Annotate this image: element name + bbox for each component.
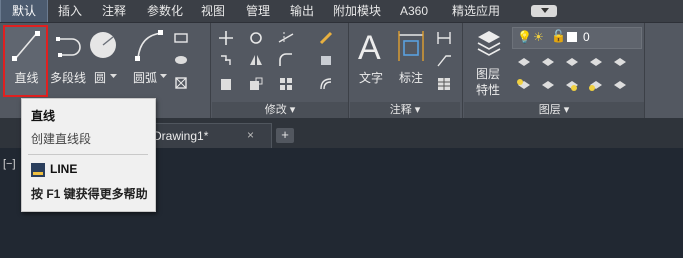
layer-tool-icon[interactable] bbox=[564, 54, 580, 70]
lightbulb-icon: 💡 bbox=[517, 30, 532, 44]
polyline-icon bbox=[56, 37, 81, 57]
line-tooltip: 直线 创建直线段 LINE 按 F1 键获得更多帮助 bbox=[21, 98, 156, 212]
tab-overflow-dropdown[interactable] bbox=[531, 5, 557, 17]
annotation-panel-title[interactable]: 注释 ▾ bbox=[350, 102, 460, 118]
tooltip-divider bbox=[28, 154, 148, 155]
tooltip-command: LINE bbox=[50, 162, 78, 176]
erase-icon[interactable] bbox=[318, 30, 334, 46]
boundary-icon[interactable] bbox=[173, 75, 189, 91]
modify-panel-title[interactable]: 修改 ▾ bbox=[212, 102, 348, 118]
polyline-label: 多段线 bbox=[49, 71, 86, 85]
hatch-icon[interactable] bbox=[173, 52, 189, 68]
text-a-icon: A bbox=[358, 29, 381, 63]
fillet-icon[interactable] bbox=[278, 52, 294, 68]
panel-separator bbox=[462, 23, 463, 118]
explode-icon[interactable] bbox=[318, 52, 334, 68]
layer-tool-icon[interactable] bbox=[540, 77, 556, 93]
tab-output[interactable]: 输出 bbox=[282, 0, 322, 22]
offset-icon[interactable] bbox=[318, 76, 334, 92]
text-label: 文字 bbox=[358, 71, 383, 85]
svg-text:A: A bbox=[358, 29, 381, 63]
text-button[interactable]: A 文字 bbox=[352, 27, 390, 97]
circle-label: 圆 bbox=[93, 71, 106, 85]
dimension-button[interactable]: 标注 bbox=[394, 27, 430, 97]
tab-featured-apps[interactable]: 精选应用 bbox=[444, 0, 508, 22]
dimension-icon bbox=[398, 31, 424, 61]
layer-tool-icon[interactable] bbox=[540, 54, 556, 70]
circle-icon bbox=[90, 32, 116, 58]
layer-dropdown[interactable]: 💡 ☀ 🔓 0 bbox=[512, 27, 642, 49]
line-icon bbox=[12, 31, 40, 61]
panel-separator bbox=[644, 23, 645, 118]
layer-stack-icon bbox=[477, 31, 501, 56]
layer-properties-label-2: 特性 bbox=[475, 83, 500, 97]
layer-tool-icon[interactable] bbox=[516, 77, 532, 93]
tab-insert[interactable]: 插入 bbox=[50, 0, 90, 22]
tab-manage[interactable]: 管理 bbox=[238, 0, 278, 22]
table-icon[interactable] bbox=[436, 76, 452, 92]
autocad-window: 默认 插入 注释 参数化 视图 管理 输出 附加模块 A360 精选应用 直线 … bbox=[0, 0, 683, 258]
arc-label: 圆弧 bbox=[132, 71, 157, 85]
viewport-control[interactable]: [−] bbox=[3, 158, 16, 170]
arc-icon bbox=[135, 30, 163, 61]
layers-panel-title[interactable]: 图层 ▾ bbox=[464, 102, 644, 118]
layer-color-swatch bbox=[567, 32, 577, 42]
move-icon[interactable] bbox=[218, 30, 234, 46]
line-button[interactable]: 直线 bbox=[3, 25, 48, 97]
layer-tool-icon[interactable] bbox=[588, 54, 604, 70]
tooltip-help: 按 F1 键获得更多帮助 bbox=[31, 187, 148, 201]
trim-icon[interactable] bbox=[278, 30, 294, 46]
unlock-icon: 🔓 bbox=[551, 29, 566, 43]
layer-properties-label-1: 图层 bbox=[475, 67, 500, 81]
layer-tool-icon[interactable] bbox=[516, 54, 532, 70]
rotate-icon[interactable] bbox=[248, 30, 264, 46]
line-label: 直线 bbox=[14, 71, 39, 85]
layer-tool-icon[interactable] bbox=[588, 77, 604, 93]
document-tab[interactable]: Drawing1* × bbox=[146, 123, 272, 149]
layers-panel-label: 图层 bbox=[538, 104, 561, 116]
tooltip-title: 直线 bbox=[31, 109, 56, 123]
mirror-icon[interactable] bbox=[248, 52, 264, 68]
layer-tool-icon[interactable] bbox=[612, 54, 628, 70]
panel-separator bbox=[348, 23, 349, 118]
tab-view[interactable]: 视图 bbox=[194, 0, 232, 22]
circle-button[interactable]: 圆 bbox=[86, 25, 122, 97]
ribbon-tab-bar: 默认 插入 注释 参数化 视图 管理 输出 附加模块 A360 精选应用 bbox=[0, 0, 683, 23]
scale-icon[interactable] bbox=[248, 76, 264, 92]
array-icon[interactable] bbox=[278, 76, 294, 92]
stretch-icon[interactable] bbox=[218, 76, 234, 92]
layer-name-value: 0 bbox=[583, 30, 590, 44]
tab-default[interactable]: 默认 bbox=[0, 0, 48, 22]
polyline-button[interactable]: 多段线 bbox=[50, 25, 86, 97]
leader-icon[interactable] bbox=[436, 52, 452, 68]
dimension-label: 标注 bbox=[398, 71, 423, 85]
layer-properties-button[interactable]: 图层 特性 bbox=[468, 27, 510, 97]
tab-parametric[interactable]: 参数化 bbox=[140, 0, 190, 22]
chevron-down-icon bbox=[160, 74, 167, 78]
document-tab-name: Drawing1* bbox=[153, 129, 209, 143]
sun-icon: ☀ bbox=[533, 30, 544, 44]
linear-dim-icon[interactable] bbox=[436, 30, 452, 46]
arc-button[interactable]: 圆弧 bbox=[128, 25, 168, 97]
command-line-icon bbox=[31, 163, 45, 177]
chevron-down-icon bbox=[110, 74, 117, 78]
layer-tool-icon[interactable] bbox=[612, 77, 628, 93]
close-icon[interactable]: × bbox=[247, 128, 254, 142]
panel-separator bbox=[210, 23, 211, 118]
tab-a360[interactable]: A360 bbox=[394, 0, 434, 22]
copy-icon[interactable] bbox=[218, 52, 234, 68]
tooltip-description: 创建直线段 bbox=[31, 132, 92, 146]
annotation-panel-label: 注释 bbox=[389, 104, 412, 116]
tab-addins[interactable]: 附加模块 bbox=[328, 0, 386, 22]
rectangle-icon[interactable] bbox=[173, 30, 189, 46]
tab-annotate[interactable]: 注释 bbox=[94, 0, 134, 22]
new-tab-button[interactable]: + bbox=[276, 128, 294, 143]
modify-panel-label: 修改 bbox=[264, 104, 287, 116]
layer-tool-icon[interactable] bbox=[564, 77, 580, 93]
